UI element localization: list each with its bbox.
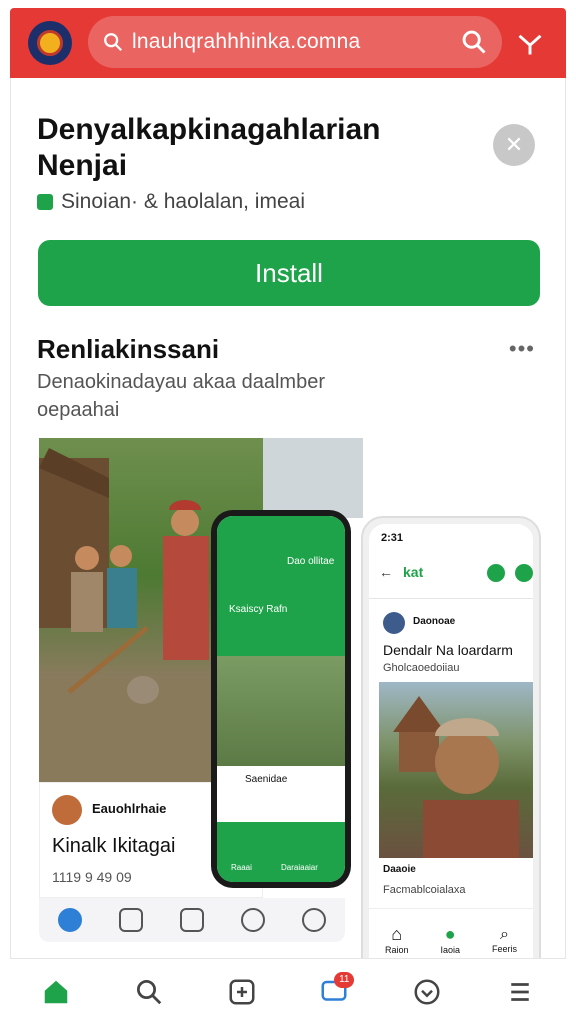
app-details-card: Denyalkapkinagahlarian Nenjai ✕ Sinoian·… bbox=[10, 78, 566, 1018]
section-description: Denaokinadayau akaa daalmber oepaahai bbox=[37, 371, 325, 421]
phone-right-author: Daonoae bbox=[413, 616, 456, 627]
settings-gear-icon[interactable] bbox=[302, 908, 327, 932]
screenshot-gallery[interactable]: Eauohlrhaie Kinalk Ikitagai 1119 9 49 09… bbox=[39, 438, 541, 1018]
home-icon: ⌂ bbox=[391, 924, 403, 944]
phone-right-post-sub: Gholcaoedoiiau bbox=[383, 662, 460, 674]
heart-icon bbox=[414, 979, 440, 1004]
add-icon bbox=[515, 564, 533, 582]
home-icon bbox=[45, 980, 68, 1003]
section-title: Renliakinssani bbox=[37, 334, 220, 364]
phone-mockup-right: 2:31 ← kat Daonoae Dendalr Na loardarm G… bbox=[361, 516, 541, 1018]
search-submit-icon[interactable] bbox=[460, 28, 488, 56]
phone-right-nav-explore: ● Iaoia bbox=[440, 924, 460, 955]
app-store-page: lnauhqrahhhinka.comna Denyalkapkinagahla… bbox=[0, 0, 576, 1024]
chat-bubble-icon bbox=[487, 564, 505, 582]
phone-mockup-middle: Dao ollitae Ksaiscy Rafn Saenidae Raaai … bbox=[211, 510, 351, 888]
logo-emblem bbox=[37, 30, 63, 56]
install-button[interactable]: Install bbox=[38, 240, 540, 306]
portrait-illustration bbox=[393, 696, 519, 858]
phone-right-nav-label: Raion bbox=[384, 945, 409, 955]
post-action-bar bbox=[39, 898, 345, 942]
search-input[interactable]: lnauhqrahhhinka.comna bbox=[132, 30, 360, 54]
post-meta: 1119 9 49 09 bbox=[52, 869, 132, 885]
phone-mid-photo bbox=[217, 656, 345, 766]
phone-mid-row: Saenidae bbox=[217, 766, 345, 796]
search-icon bbox=[136, 979, 162, 1004]
add-post-icon bbox=[229, 979, 255, 1004]
nav-menu[interactable] bbox=[498, 970, 542, 1014]
phone-status-time: 2:31 bbox=[381, 532, 404, 544]
close-button[interactable]: ✕ bbox=[493, 124, 535, 166]
nav-search[interactable] bbox=[127, 970, 171, 1014]
phone-mid-row-text: Saenidae bbox=[245, 774, 288, 785]
phone-mid-header bbox=[217, 516, 345, 656]
avatar bbox=[52, 795, 82, 825]
post-author: Eauohlrhaie bbox=[92, 801, 167, 816]
phone-mid-caption: Ksaiscy Rafn bbox=[229, 604, 288, 615]
bottom-nav: 11 bbox=[10, 958, 566, 1024]
close-icon: ✕ bbox=[504, 132, 524, 157]
comment-icon[interactable] bbox=[179, 908, 204, 932]
nav-favorites[interactable] bbox=[405, 970, 449, 1014]
app-subtitle: Sinoian· & haolalan, imeai bbox=[37, 190, 305, 214]
nav-messages[interactable]: 11 bbox=[312, 970, 356, 1014]
phone-right-nav-home: ⌂ Raion bbox=[385, 924, 409, 955]
nav-create[interactable] bbox=[220, 970, 264, 1014]
phone-mid-nav: Raaai Daraiaaiar bbox=[217, 822, 345, 882]
phone-right-footer-author: Daaoie bbox=[383, 864, 416, 875]
filter-menu-icon[interactable] bbox=[516, 30, 544, 58]
app-subtitle-text: Sinoian· & haolalan, imeai bbox=[61, 190, 305, 213]
phone-right-nav-label: Iaoia bbox=[440, 945, 460, 955]
phone-right-photo bbox=[379, 682, 533, 858]
phone-right-nav-search: ⌕ Feeris bbox=[492, 926, 517, 954]
back-arrow-icon: ← bbox=[379, 564, 393, 580]
more-options-icon[interactable]: ••• bbox=[509, 336, 535, 362]
phone-right-header: ← kat bbox=[379, 564, 423, 580]
search-icon: ⌕ bbox=[499, 925, 509, 943]
post-title: Kinalk Ikitagai bbox=[52, 835, 176, 857]
share-icon[interactable] bbox=[118, 908, 143, 932]
phone-right-footer-text: Facmablcoialaxa bbox=[383, 884, 466, 896]
top-bar: lnauhqrahhhinka.comna bbox=[10, 8, 566, 78]
phone-right-nav-label: Feeris bbox=[491, 943, 517, 954]
phone-mid-nav-item: Raaai bbox=[231, 863, 252, 872]
app-title: Denyalkapkinagahlarian Nenjai bbox=[37, 113, 381, 182]
phone-mid-heading: Dao ollitae bbox=[287, 556, 335, 567]
brand-logo-icon[interactable] bbox=[28, 21, 72, 65]
building-photo bbox=[263, 438, 363, 518]
search-bar[interactable]: lnauhqrahhhinka.comna bbox=[88, 16, 502, 68]
phone-right-header-label: kat bbox=[403, 564, 424, 580]
divider bbox=[369, 598, 533, 599]
explore-icon: ● bbox=[444, 924, 456, 944]
globe-icon[interactable] bbox=[57, 908, 82, 932]
phone-right-screen: 2:31 ← kat Daonoae Dendalr Na loardarm G… bbox=[369, 524, 533, 1010]
notification-badge: 11 bbox=[334, 971, 355, 988]
phone-mid-screen: Dao ollitae Ksaiscy Rafn Saenidae Raaai … bbox=[217, 516, 345, 882]
phone-mid-nav-item: Daraiaaiar bbox=[281, 863, 318, 872]
chat-icon[interactable] bbox=[241, 908, 266, 932]
avatar bbox=[383, 612, 405, 634]
phone-right-post-title: Dendalr Na loardarm bbox=[383, 642, 513, 658]
search-icon bbox=[104, 33, 123, 52]
menu-icon bbox=[510, 982, 529, 1001]
nav-home[interactable] bbox=[34, 970, 78, 1014]
category-badge-icon bbox=[37, 194, 53, 210]
